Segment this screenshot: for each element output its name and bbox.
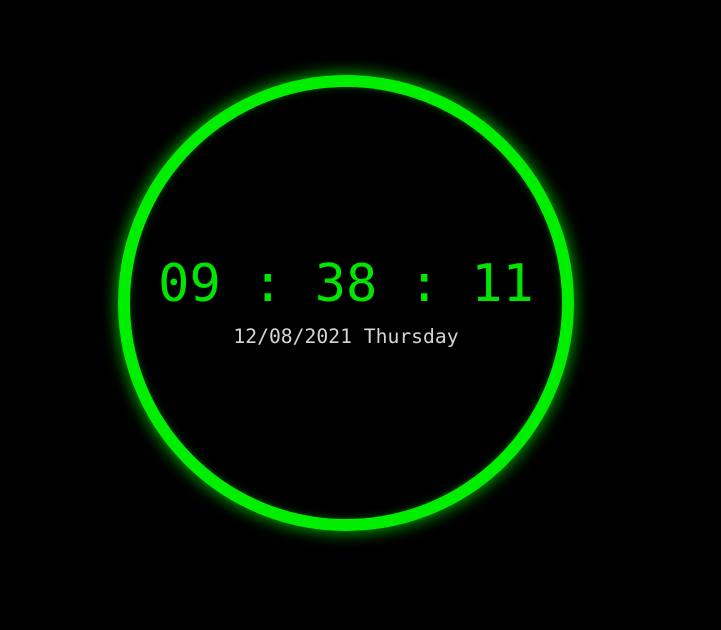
clock-time: 09 : 38 : 11 — [158, 254, 534, 314]
clock-date: 12/08/2021 Thursday — [233, 325, 459, 348]
